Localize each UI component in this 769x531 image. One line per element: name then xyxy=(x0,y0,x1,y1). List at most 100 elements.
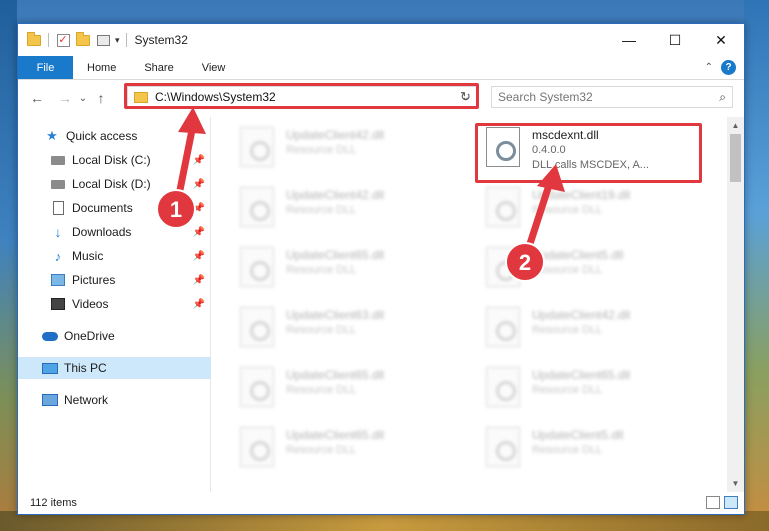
tab-home[interactable]: Home xyxy=(73,56,130,79)
file-item[interactable]: UpdateClient42.dll Resource DLL xyxy=(478,301,708,357)
recent-locations-dropdown[interactable]: ⌄ xyxy=(76,87,90,109)
item-count: 112 items xyxy=(30,497,77,509)
file-name: UpdateClient42.dll xyxy=(286,128,385,142)
toolbar-separator xyxy=(125,33,127,47)
window-title: System32 xyxy=(134,33,188,47)
scroll-up-icon[interactable]: ▲ xyxy=(727,117,744,134)
title-bar: ✓ ▾ System32 — ☐ ✕ xyxy=(18,24,744,56)
star-icon: ★ xyxy=(46,128,58,143)
up-button[interactable]: ↑ xyxy=(90,87,112,109)
sidebar-item-label: Network xyxy=(64,393,109,407)
quick-access-toolbar: ✓ ▾ xyxy=(18,31,129,48)
sidebar-item-label: Music xyxy=(72,249,104,263)
pin-icon[interactable]: 📌 xyxy=(193,227,205,238)
sidebar-item-pictures[interactable]: Pictures 📌 xyxy=(18,269,211,291)
file-description: Resource DLL xyxy=(286,384,357,396)
scroll-down-icon[interactable]: ▼ xyxy=(727,475,744,492)
pin-icon[interactable]: 📌 xyxy=(193,251,205,262)
file-item[interactable]: UpdateClient65.dll Resource DLL xyxy=(232,361,462,417)
sidebar-item-documents[interactable]: Documents 📌 xyxy=(18,197,211,219)
dll-file-icon xyxy=(486,247,520,287)
file-item[interactable]: UpdateClient5.dll Resource DLL xyxy=(478,421,708,477)
file-item[interactable]: UpdateClient65.dll Resource DLL xyxy=(232,241,462,297)
disk-icon xyxy=(50,152,66,168)
help-icon[interactable]: ? xyxy=(721,60,736,75)
file-name: UpdateClient5.dll xyxy=(532,428,624,442)
picture-icon xyxy=(50,272,66,288)
customize-toolbar-dropdown-icon[interactable]: ▾ xyxy=(115,35,120,46)
sidebar-item-label: Local Disk (C:) xyxy=(72,153,151,167)
search-icon[interactable]: ⌕ xyxy=(719,90,726,105)
new-folder-icon[interactable] xyxy=(75,31,91,48)
forward-button[interactable]: → xyxy=(54,87,76,109)
file-name: UpdateClient65.dll xyxy=(532,368,631,382)
desktop-background-left xyxy=(0,0,17,531)
details-view-icon[interactable] xyxy=(706,496,720,509)
pin-icon[interactable]: 📌 xyxy=(193,299,205,310)
sidebar-item-label: This PC xyxy=(64,361,107,375)
dll-file-icon xyxy=(486,427,520,467)
tab-share[interactable]: Share xyxy=(130,56,187,79)
window-controls: — ☐ ✕ xyxy=(606,24,744,56)
file-name: UpdateClient63.dll xyxy=(286,308,385,322)
file-item[interactable]: UpdateClient42.dll Resource DLL xyxy=(232,121,462,177)
view-toggle xyxy=(706,496,738,509)
sidebar-item-downloads[interactable]: ↓ Downloads 📌 xyxy=(18,221,211,243)
sidebar-item-videos[interactable]: Videos 📌 xyxy=(18,293,211,315)
file-item[interactable]: UpdateClient63.dll Resource DLL xyxy=(232,301,462,357)
search-box[interactable]: ⌕ xyxy=(491,86,733,108)
sidebar-item-label: Downloads xyxy=(72,225,132,239)
close-button[interactable]: ✕ xyxy=(698,24,744,56)
sidebar-item-music[interactable]: ♪ Music 📌 xyxy=(18,245,211,267)
sidebar-item-onedrive[interactable]: OneDrive xyxy=(18,325,211,347)
tab-view[interactable]: View xyxy=(188,56,240,79)
file-description: Resource DLL xyxy=(286,144,357,156)
sidebar-item-quick-access[interactable]: ★ Quick access xyxy=(18,125,211,147)
sidebar-item-this-pc[interactable]: This PC xyxy=(18,357,211,379)
dll-file-icon xyxy=(240,127,274,167)
disk-icon xyxy=(50,176,66,192)
dll-file-icon xyxy=(240,307,274,347)
dll-file-icon xyxy=(240,427,274,467)
file-name: UpdateClient65.dll xyxy=(286,428,385,442)
file-item[interactable]: UpdateClient5.dll Resource DLL xyxy=(478,241,708,297)
properties-icon[interactable] xyxy=(95,32,111,48)
folder-icon xyxy=(26,31,42,48)
maximize-button[interactable]: ☐ xyxy=(652,24,698,56)
pin-icon[interactable]: 📌 xyxy=(193,203,205,214)
navigation-pane: ★ Quick access Local Disk (C:) 📌 Local D… xyxy=(18,117,211,492)
file-explorer-window: ✓ ▾ System32 — ☐ ✕ File Home Share View … xyxy=(17,23,745,515)
vertical-scrollbar[interactable]: ▲ ▼ xyxy=(727,117,744,492)
file-item[interactable]: UpdateClient65.dll Resource DLL xyxy=(232,421,462,477)
dll-file-icon xyxy=(240,247,274,287)
back-button[interactable]: ← xyxy=(26,87,48,109)
tiles-view-icon[interactable] xyxy=(724,496,738,509)
file-name: UpdateClient5.dll xyxy=(532,248,624,262)
file-item[interactable]: UpdateClient42.dll Resource DLL xyxy=(232,181,462,237)
pin-icon[interactable]: 📌 xyxy=(193,155,205,166)
sidebar-item-local-disk-d[interactable]: Local Disk (D:) 📌 xyxy=(18,173,211,195)
pin-icon[interactable]: 📌 xyxy=(193,179,205,190)
file-name: UpdateClient65.dll xyxy=(286,368,385,382)
file-description: Resource DLL xyxy=(532,384,603,396)
sidebar-item-network[interactable]: Network xyxy=(18,389,211,411)
sidebar-item-label: Documents xyxy=(72,201,133,215)
scrollbar-thumb[interactable] xyxy=(730,134,741,182)
search-input[interactable] xyxy=(498,90,698,104)
minimize-button[interactable]: — xyxy=(606,24,652,56)
sidebar-item-local-disk-c[interactable]: Local Disk (C:) 📌 xyxy=(18,149,211,171)
file-item[interactable]: UpdateClient19.dll Resource DLL xyxy=(478,181,708,237)
collapse-ribbon-icon[interactable]: ⌃ xyxy=(705,62,713,73)
dll-file-icon xyxy=(486,367,520,407)
file-item[interactable]: UpdateClient65.dll Resource DLL xyxy=(478,361,708,417)
sidebar-item-label: Local Disk (D:) xyxy=(72,177,151,191)
annotation-highlight-address xyxy=(124,83,479,109)
dll-file-icon xyxy=(240,187,274,227)
pin-icon[interactable]: 📌 xyxy=(193,275,205,286)
tab-file[interactable]: File xyxy=(18,56,73,79)
properties-check-icon[interactable]: ✓ xyxy=(55,32,71,48)
ribbon-tabs: File Home Share View ⌃ ? xyxy=(18,56,744,80)
sidebar-item-label: Quick access xyxy=(66,129,138,143)
file-name: UpdateClient42.dll xyxy=(532,308,631,322)
sidebar-item-label: OneDrive xyxy=(64,329,115,343)
